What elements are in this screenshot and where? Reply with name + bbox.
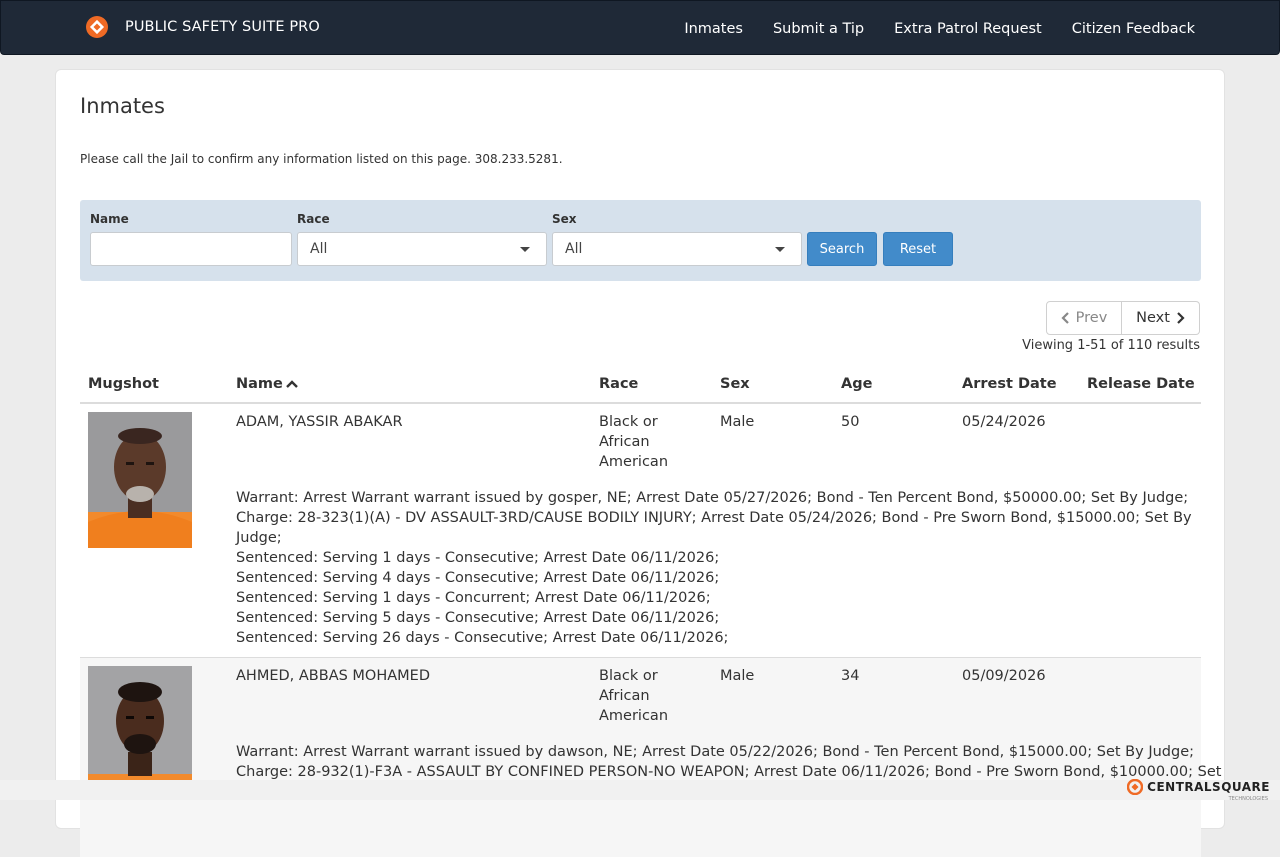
sort-ascending-icon bbox=[286, 380, 298, 388]
sex-select[interactable]: All bbox=[552, 232, 802, 266]
chevron-right-icon bbox=[1177, 312, 1185, 324]
inmate-details: Warrant: Arrest Warrant warrant issued b… bbox=[236, 742, 1222, 782]
brand-logo-icon bbox=[86, 16, 108, 38]
race-line: American bbox=[599, 708, 669, 724]
inmate-sex: Male bbox=[720, 668, 755, 684]
page-title: Inmates bbox=[80, 94, 165, 118]
main-card: Inmates Please call the Jail to confirm … bbox=[55, 69, 1225, 857]
inmate-name: AHMED, ABBAS MOHAMED bbox=[236, 668, 431, 684]
chevron-left-icon bbox=[1061, 312, 1069, 324]
prev-label: Prev bbox=[1075, 310, 1108, 326]
results-count: Viewing 1-51 of 110 results bbox=[1022, 338, 1200, 353]
sex-label: Sex bbox=[552, 212, 577, 226]
inmate-arrest-date: 05/09/2026 bbox=[962, 668, 1046, 684]
mugshot-photo[interactable] bbox=[88, 412, 192, 548]
next-label: Next bbox=[1136, 310, 1170, 326]
header-name-label: Name bbox=[236, 376, 283, 392]
race-line: African bbox=[599, 434, 650, 450]
race-line: American bbox=[599, 454, 669, 470]
race-line: Black or bbox=[599, 668, 658, 684]
centralsquare-logo[interactable]: CENTRALSQUARE bbox=[1127, 779, 1270, 795]
brand-name: PUBLIC SAFETY SUITE PRO bbox=[125, 19, 320, 35]
inmate-details: Warrant: Arrest Warrant warrant issued b… bbox=[236, 488, 1196, 648]
nav-link-citizen-feedback[interactable]: Citizen Feedback bbox=[1072, 21, 1195, 37]
header-release-date: Release Date bbox=[1087, 376, 1195, 392]
footer-bar bbox=[0, 780, 1280, 800]
inmate-race: Black or African American bbox=[599, 666, 668, 726]
detail-line: Sentenced: Serving 5 days - Consecutive;… bbox=[236, 610, 720, 626]
chevron-down-icon bbox=[520, 247, 530, 252]
detail-line: Judge; bbox=[236, 530, 282, 546]
race-select-value: All bbox=[310, 241, 328, 257]
centralsquare-logo-text: CENTRALSQUARE bbox=[1147, 780, 1270, 794]
prev-button[interactable]: Prev bbox=[1046, 301, 1122, 335]
nav-links: Inmates Submit a Tip Extra Patrol Reques… bbox=[654, 1, 1195, 56]
inmate-sex: Male bbox=[720, 414, 755, 430]
inmate-race: Black or African American bbox=[599, 412, 668, 472]
mugshot-photo[interactable] bbox=[88, 666, 192, 790]
inmate-age: 34 bbox=[841, 668, 860, 684]
race-line: Black or bbox=[599, 414, 658, 430]
table-row: ADAM, YASSIR ABAKAR Black or African Ame… bbox=[80, 404, 1201, 657]
top-navbar: PUBLIC SAFETY SUITE PRO Inmates Submit a… bbox=[0, 0, 1280, 55]
detail-line: Warrant: Arrest Warrant warrant issued b… bbox=[236, 744, 1195, 760]
header-race: Race bbox=[599, 376, 639, 392]
centralsquare-logo-subtext: TECHNOLOGIES bbox=[1228, 796, 1268, 802]
race-select[interactable]: All bbox=[297, 232, 547, 266]
centralsquare-logo-icon bbox=[1127, 779, 1144, 795]
inmate-arrest-date: 05/24/2026 bbox=[962, 414, 1046, 430]
header-name[interactable]: Name bbox=[236, 376, 298, 392]
inmate-name: ADAM, YASSIR ABAKAR bbox=[236, 414, 403, 430]
header-mugshot: Mugshot bbox=[88, 376, 159, 392]
detail-line: Sentenced: Serving 26 days - Consecutive… bbox=[236, 630, 729, 646]
header-arrest-date: Arrest Date bbox=[962, 376, 1057, 392]
brand[interactable]: PUBLIC SAFETY SUITE PRO bbox=[85, 15, 320, 39]
header-sex: Sex bbox=[720, 376, 750, 392]
pagination: Prev Next bbox=[1046, 301, 1200, 335]
detail-line: Sentenced: Serving 1 days - Consecutive;… bbox=[236, 550, 720, 566]
sex-select-value: All bbox=[565, 241, 583, 257]
chevron-down-icon bbox=[775, 247, 785, 252]
next-button[interactable]: Next bbox=[1122, 301, 1200, 335]
header-age: Age bbox=[841, 376, 873, 392]
mugshot-image bbox=[88, 412, 192, 548]
name-input[interactable] bbox=[90, 232, 292, 266]
nav-link-submit-tip[interactable]: Submit a Tip bbox=[773, 21, 864, 37]
name-label: Name bbox=[90, 212, 129, 226]
search-button[interactable]: Search bbox=[807, 232, 877, 266]
detail-line: Warrant: Arrest Warrant warrant issued b… bbox=[236, 490, 1189, 506]
race-line: African bbox=[599, 688, 650, 704]
detail-line: Sentenced: Serving 4 days - Consecutive;… bbox=[236, 570, 720, 586]
race-label: Race bbox=[297, 212, 330, 226]
jail-notice: Please call the Jail to confirm any info… bbox=[80, 152, 563, 166]
search-panel: Name Race All Sex All Search Reset bbox=[80, 200, 1201, 281]
reset-button[interactable]: Reset bbox=[883, 232, 953, 266]
detail-line: Charge: 28-323(1)(A) - DV ASSAULT-3RD/CA… bbox=[236, 510, 1192, 526]
table-row: AHMED, ABBAS MOHAMED Black or African Am… bbox=[80, 657, 1222, 857]
mugshot-image bbox=[88, 666, 192, 790]
nav-link-extra-patrol[interactable]: Extra Patrol Request bbox=[894, 21, 1042, 37]
table-header: Mugshot Name Race Sex Age Arrest Date Re… bbox=[80, 370, 1201, 404]
inmate-age: 50 bbox=[841, 414, 860, 430]
nav-link-inmates[interactable]: Inmates bbox=[684, 21, 743, 37]
detail-line: Sentenced: Serving 1 days - Concurrent; … bbox=[236, 590, 711, 606]
detail-line: Charge: 28-932(1)-F3A - ASSAULT BY CONFI… bbox=[236, 764, 1222, 780]
